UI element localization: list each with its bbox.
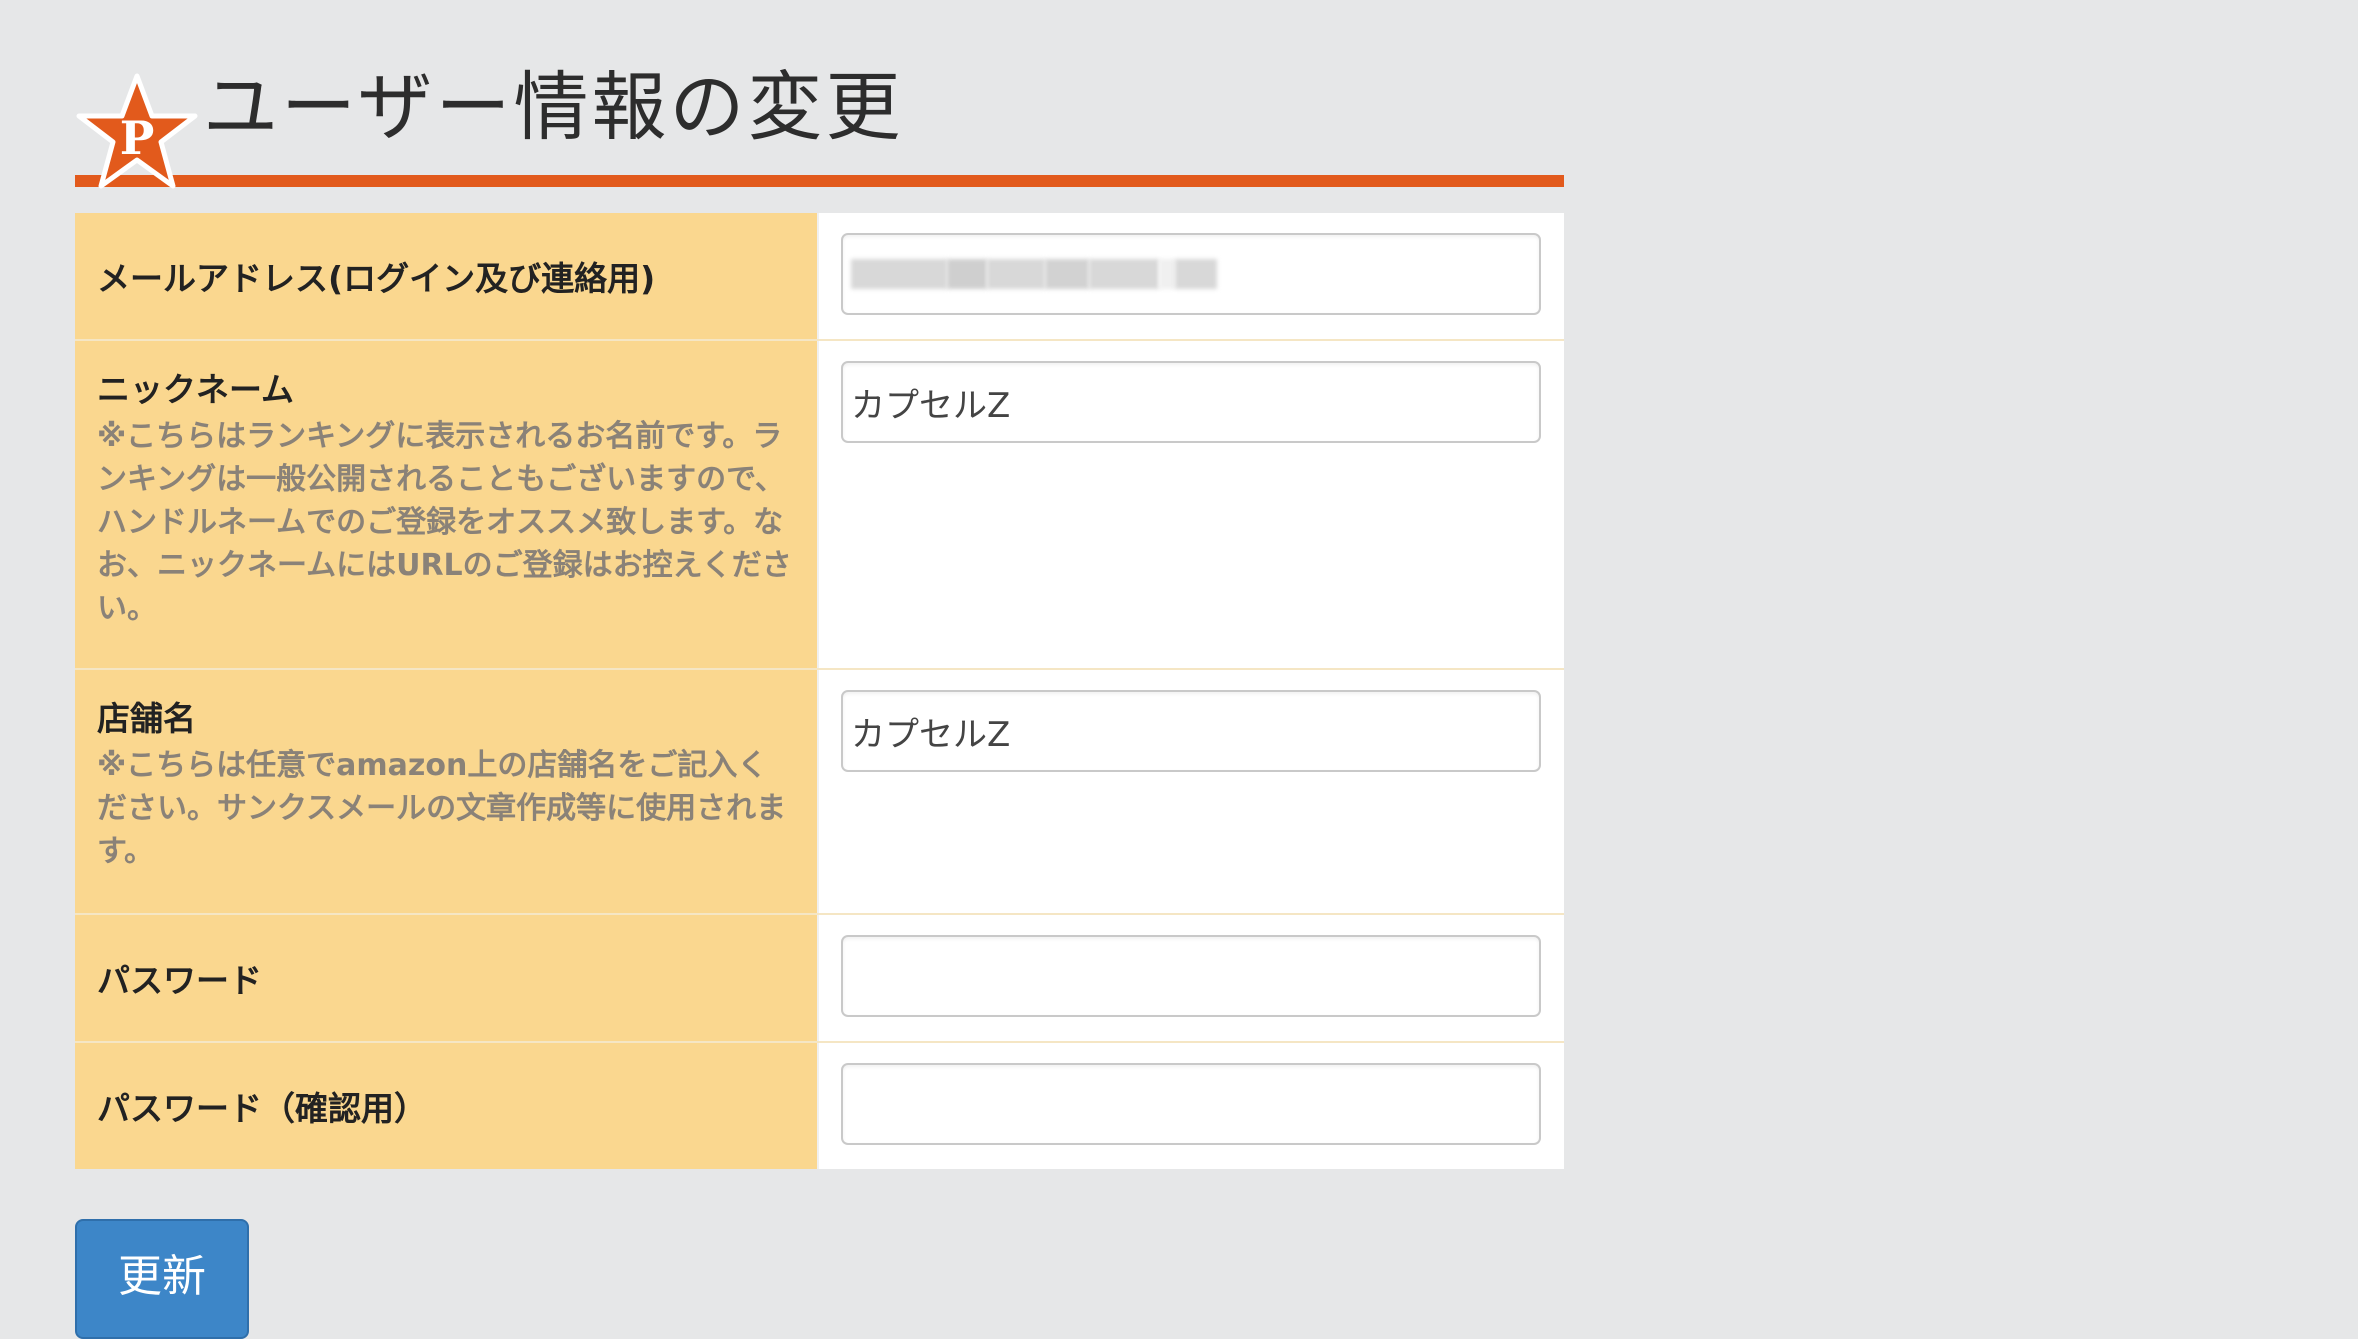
nickname-field[interactable] <box>841 361 1541 443</box>
email-input-cell <box>819 213 1564 339</box>
email-label-cell: メールアドレス(ログイン及び連絡用) <box>75 213 819 339</box>
email-label: メールアドレス(ログイン及び連絡用) <box>97 259 656 298</box>
password-confirm-field[interactable] <box>841 1063 1541 1145</box>
nickname-input-cell <box>819 341 1564 668</box>
password-field[interactable] <box>841 935 1541 1017</box>
page-header: P ユーザー情報の変更 <box>75 0 1564 190</box>
store-name-note: ※こちらは任意でamazon上の店舗名をご記入ください。サンクスメールの文章作成… <box>97 748 787 869</box>
password-label: パスワード <box>97 961 262 1000</box>
password-confirm-label: パスワード（確認用） <box>97 1089 427 1128</box>
logo-letter: P <box>120 111 155 165</box>
store-name-row: 店舗名 ※こちらは任意でamazon上の店舗名をご記入ください。サンクスメールの… <box>75 670 1564 915</box>
nickname-note: ※こちらはランキングに表示されるお名前です。ランキングは一般公開されることもござ… <box>97 419 792 626</box>
password-confirm-row: パスワード（確認用） <box>75 1043 1564 1169</box>
user-info-form: メールアドレス(ログイン及び連絡用) ニックネーム ※こちらはランキングに表示さ… <box>75 213 1564 1169</box>
store-name-label: 店舗名 <box>97 699 196 738</box>
password-label-cell: パスワード <box>75 915 819 1041</box>
nickname-label-cell: ニックネーム ※こちらはランキングに表示されるお名前です。ランキングは一般公開さ… <box>75 341 819 668</box>
password-input-cell <box>819 915 1564 1041</box>
nickname-label: ニックネーム <box>97 370 295 409</box>
redacted-email-value <box>851 259 1217 289</box>
password-confirm-input-cell <box>819 1043 1564 1169</box>
password-confirm-label-cell: パスワード（確認用） <box>75 1043 819 1169</box>
store-name-field[interactable] <box>841 690 1541 772</box>
nickname-row: ニックネーム ※こちらはランキングに表示されるお名前です。ランキングは一般公開さ… <box>75 341 1564 670</box>
star-p-icon: P <box>76 73 198 189</box>
password-row: パスワード <box>75 915 1564 1043</box>
update-button[interactable]: 更新 <box>75 1219 249 1339</box>
email-row: メールアドレス(ログイン及び連絡用) <box>75 213 1564 341</box>
store-name-input-cell <box>819 670 1564 913</box>
page-container: P ユーザー情報の変更 メールアドレス(ログイン及び連絡用) ニックネーム ※こ… <box>75 0 1564 1339</box>
title-underline <box>75 175 1564 187</box>
store-name-label-cell: 店舗名 ※こちらは任意でamazon上の店舗名をご記入ください。サンクスメールの… <box>75 670 819 913</box>
page-title: ユーザー情報の変更 <box>203 63 904 151</box>
